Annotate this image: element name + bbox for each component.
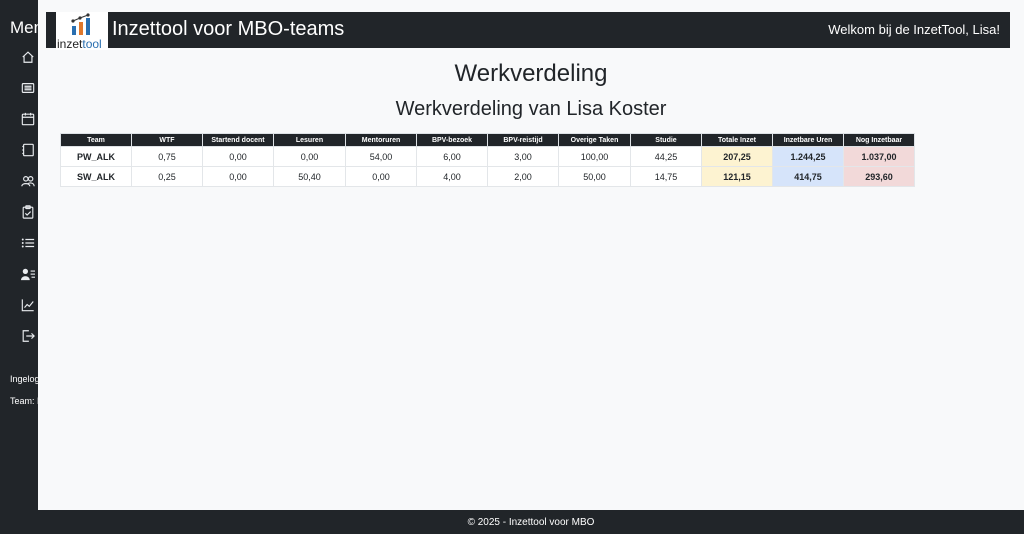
cell-totale-inzet: 121,15	[701, 166, 773, 187]
app-logo[interactable]: inzettool	[56, 12, 108, 51]
cell-wtf: 0,25	[131, 166, 203, 187]
list-icon[interactable]	[21, 81, 35, 95]
col-header-wtf: WTF	[131, 133, 203, 147]
cell-startend-docent: 0,00	[202, 166, 274, 187]
users-icon[interactable]	[21, 174, 35, 188]
page-title: Werkverdeling	[454, 60, 608, 87]
cell-lesuren: 50,40	[273, 166, 346, 187]
logout-icon[interactable]	[21, 329, 35, 343]
page-subtitle: Werkverdeling van Lisa Koster	[395, 98, 667, 120]
cell-team: PW_ALK	[60, 146, 132, 167]
col-header-nog-inzetbaar: Nog Inzetbaar	[843, 133, 915, 147]
footer: © 2025 - Inzettool voor MBO	[38, 510, 1024, 534]
col-header-lesuren: Lesuren	[273, 133, 346, 147]
cell-inzetbare-uren: 1.244,25	[772, 146, 844, 167]
cell-startend-docent: 0,00	[202, 146, 274, 167]
col-header-totale-inzet: Totale Inzet	[701, 133, 773, 147]
cell-bpv-reistijd: 3,00	[487, 146, 559, 167]
sidebar-menu-title: Menu	[10, 18, 38, 37]
cell-mentoruren: 0,00	[345, 166, 417, 187]
logo-text: inzettool	[57, 37, 102, 51]
sidebar: Menu Ingelogd als: Lisa Koster Team: PW_…	[0, 0, 38, 534]
cell-studie: 14,75	[630, 166, 702, 187]
cell-overige-taken: 50,00	[558, 166, 631, 187]
home-icon[interactable]	[21, 50, 35, 64]
cell-bpv-reistijd: 2,00	[487, 166, 559, 187]
cell-studie: 44,25	[630, 146, 702, 167]
logged-in-user: Ingelogd als: Lisa Koster	[10, 374, 38, 384]
table-header-row: Team WTF Startend docent Lesuren Mentoru…	[60, 133, 915, 147]
footer-text: © 2025 - Inzettool voor MBO	[467, 516, 595, 528]
chart-line-icon[interactable]	[21, 298, 35, 312]
book-icon[interactable]	[21, 143, 35, 157]
cell-nog-inzetbaar: 293,60	[843, 166, 915, 187]
cell-inzetbare-uren: 414,75	[772, 166, 844, 187]
calendar-icon[interactable]	[21, 112, 35, 126]
workload-table: Team WTF Startend docent Lesuren Mentoru…	[60, 133, 915, 187]
header: inzettool Inzettool voor MBO-teams Welko…	[46, 12, 1010, 51]
cell-lesuren: 0,00	[273, 146, 346, 167]
team-label: Team: PW_ALK	[10, 396, 38, 406]
col-header-bpv-bezoek: BPV-bezoek	[416, 133, 488, 147]
col-header-team: Team	[60, 133, 132, 147]
welcome-message: Welkom bij de InzetTool, Lisa!	[828, 22, 1000, 37]
col-header-inzetbare-uren: Inzetbare Uren	[772, 133, 844, 147]
cell-mentoruren: 54,00	[345, 146, 417, 167]
cell-bpv-bezoek: 4,00	[416, 166, 488, 187]
cell-bpv-bezoek: 6,00	[416, 146, 488, 167]
logo-chart-icon	[71, 13, 90, 35]
clipboard-check-icon[interactable]	[21, 205, 35, 219]
user-list-icon[interactable]	[21, 267, 35, 281]
cell-nog-inzetbaar: 1.037,00	[843, 146, 915, 167]
cell-totale-inzet: 207,25	[701, 146, 773, 167]
col-header-mentoruren: Mentoruren	[345, 133, 417, 147]
col-header-startend-docent: Startend docent	[202, 133, 274, 147]
table-row: SW_ALK 0,25 0,00 50,40 0,00 4,00 2,00 50…	[60, 166, 915, 187]
app-title: Inzettool voor MBO-teams	[112, 18, 345, 40]
col-header-studie: Studie	[630, 133, 702, 147]
cell-wtf: 0,75	[131, 146, 203, 167]
col-header-overige-taken: Overige Taken	[558, 133, 631, 147]
col-header-bpv-reistijd: BPV-reistijd	[487, 133, 559, 147]
cell-team: SW_ALK	[60, 166, 132, 187]
cell-overige-taken: 100,00	[558, 146, 631, 167]
table-row: PW_ALK 0,75 0,00 0,00 54,00 6,00 3,00 10…	[60, 146, 915, 167]
list-ul-icon[interactable]	[21, 236, 35, 250]
